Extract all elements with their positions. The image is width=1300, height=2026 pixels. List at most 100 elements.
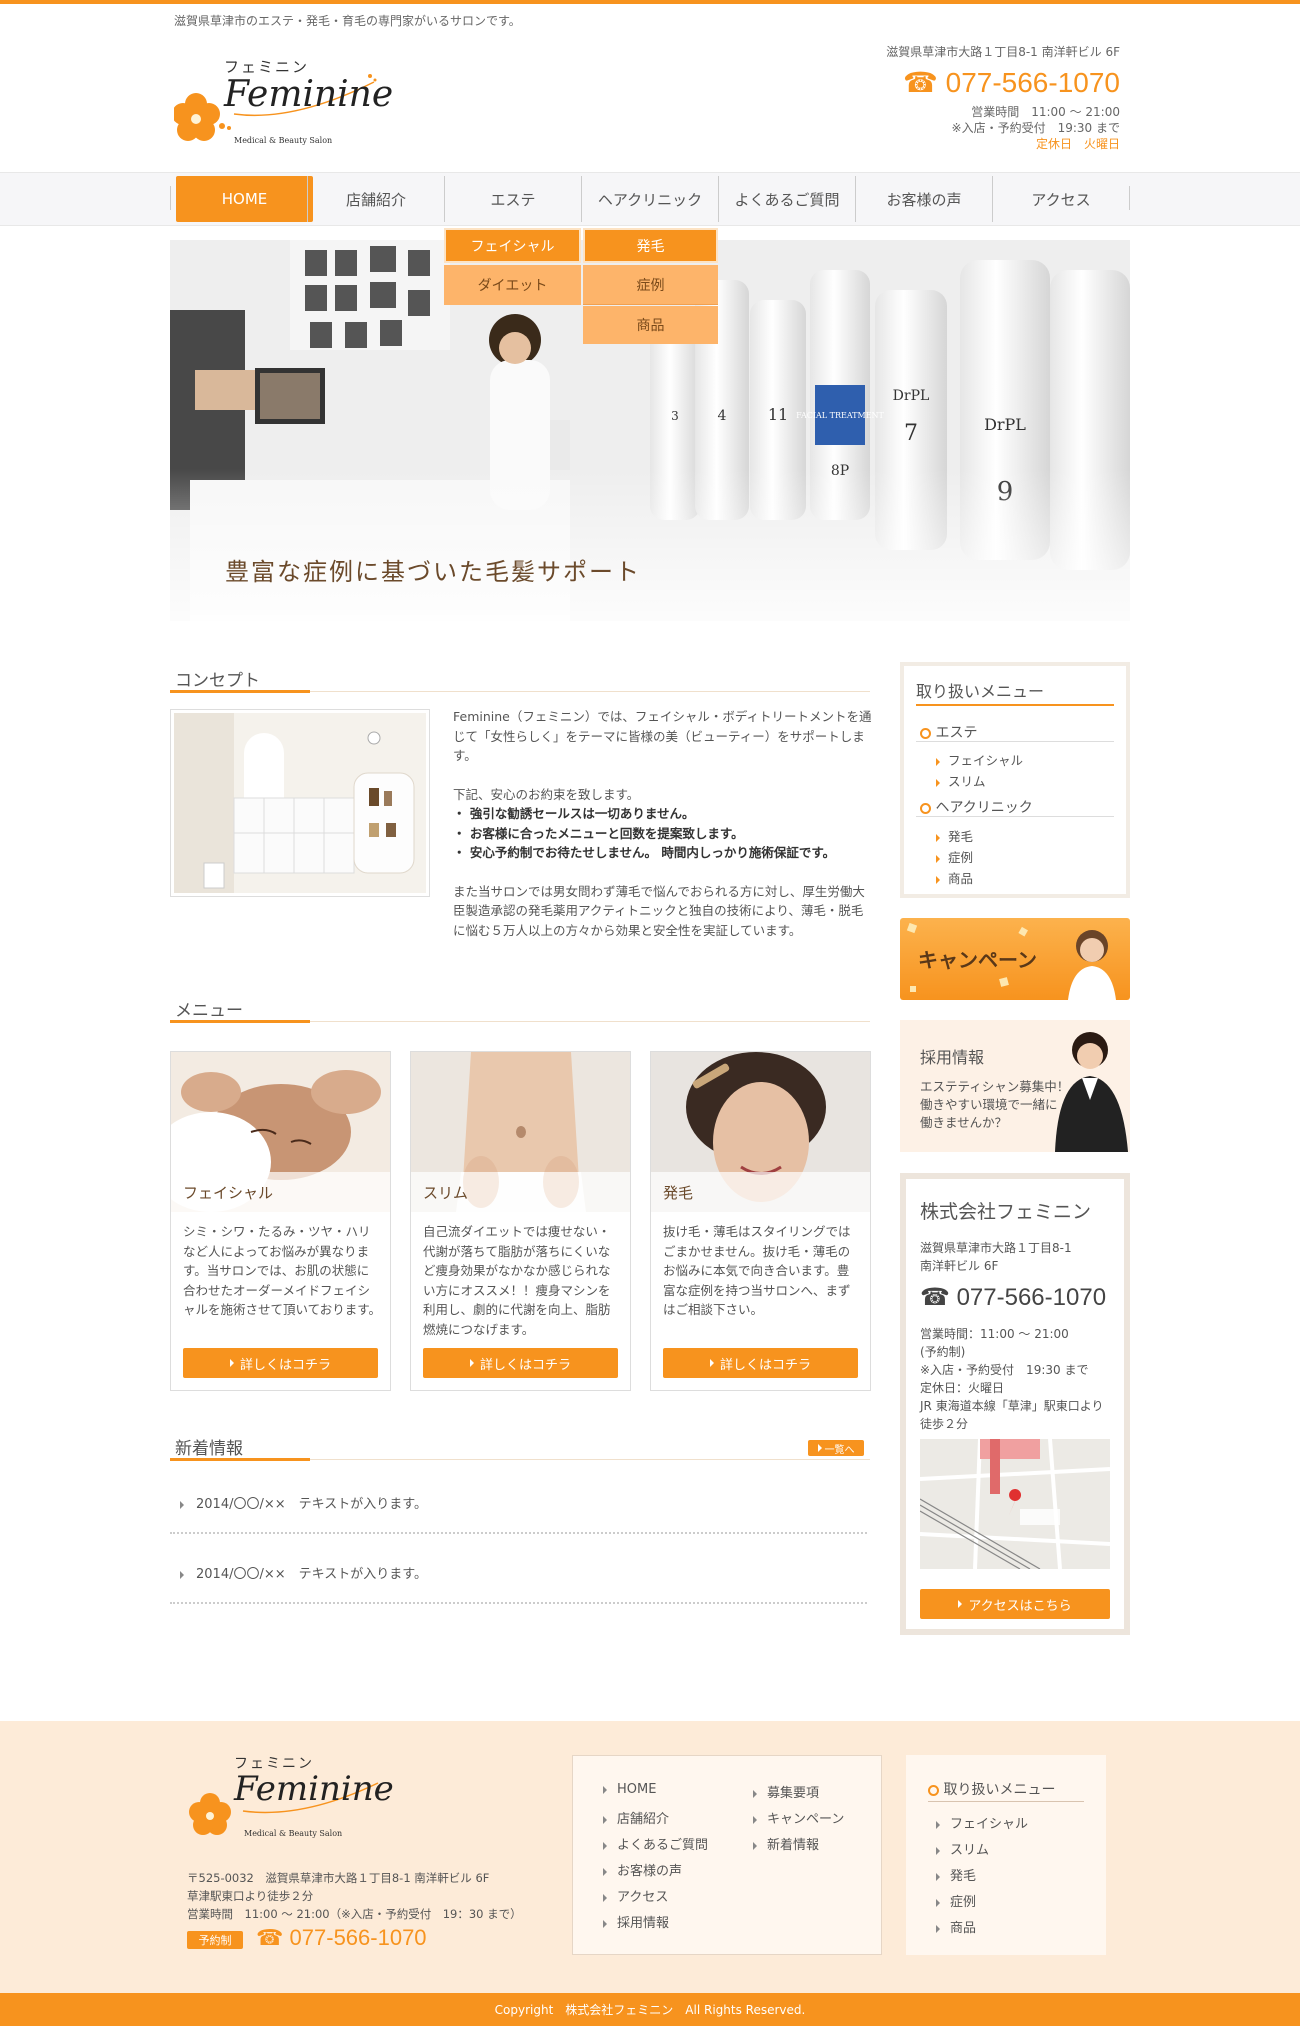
footer-link-requirements[interactable]: 募集要項 [753, 1782, 819, 1801]
footer-link-faq[interactable]: よくあるご質問 [603, 1834, 708, 1853]
submenu-hair-growth[interactable]: 発毛 [583, 228, 718, 263]
concept-promise-3: ・ 安心予約制でお待たせしません。 時間内しっかり施術保証です。 [453, 845, 836, 860]
access-button[interactable]: アクセスはこちら [920, 1589, 1110, 1619]
news-text: テキストが入ります。 [298, 1497, 427, 1512]
news-item[interactable]: 2014/〇〇/×× テキストが入ります。 [180, 1493, 427, 1512]
footer-link-store[interactable]: 店舗紹介 [603, 1808, 669, 1827]
arrow-right-icon [753, 1789, 757, 1798]
ring-bullet-icon [928, 1784, 939, 1796]
arrow-right-icon [603, 1893, 607, 1902]
footer-menu-link-hair-growth[interactable]: 発毛 [936, 1865, 976, 1884]
footer-link-voice[interactable]: お客様の声 [603, 1860, 682, 1879]
concept-para3: また当サロンでは男女問わず薄毛で悩んでおられる方に対し、厚生労働大臣製造承認の発… [453, 883, 865, 938]
arrow-right-icon [936, 1820, 940, 1829]
news-title-rule [310, 1459, 870, 1460]
footer-menu-link-facial[interactable]: フェイシャル [936, 1813, 1028, 1832]
footer-station: 草津駅東口より徒歩２分 [187, 1889, 314, 1903]
divider [916, 741, 1114, 742]
footer-address: 〒525-0032 滋賀県草津市大路１丁目8-1 南洋軒ビル 6F [187, 1871, 490, 1885]
submenu-facial[interactable]: フェイシャル [444, 228, 581, 263]
sidebar-link-label: 発毛 [948, 829, 974, 844]
copyright-text: Copyright 株式会社フェミニン All Rights Reserved. [494, 2003, 806, 2017]
concept-promise-2: ・ お客様に合ったメニューと回数を提案致します。 [453, 825, 744, 841]
campaign-banner[interactable]: キャンペーン [900, 918, 1130, 1000]
footer-logo-subtitle: Medical & Beauty Salon [244, 1829, 343, 1838]
arrow-right-icon [753, 1841, 757, 1850]
nav-store[interactable]: 店舗紹介 [307, 176, 444, 222]
company-name: 株式会社フェミニン [920, 1201, 1092, 1223]
arrow-right-icon [180, 1500, 184, 1509]
concept-para2-intro: 下記、安心のお約束を致します。 [453, 786, 640, 802]
footer-link-label: 発毛 [950, 1869, 977, 1884]
company-info-line: 定休日：火曜日 [920, 1381, 1005, 1395]
arrow-right-icon [469, 1359, 474, 1367]
arrow-right-icon [936, 1846, 940, 1855]
company-phone-number: 077-566-1070 [956, 1284, 1107, 1311]
nav-access[interactable]: アクセス [992, 176, 1129, 222]
menu-card-label: スリム [411, 1172, 630, 1212]
footer-link-news[interactable]: 新着情報 [753, 1834, 819, 1853]
nav-faq[interactable]: よくあるご質問 [718, 176, 855, 222]
site-logo[interactable]: フェミニン Feminine Medical & Beauty Salon [172, 52, 393, 152]
company-info-box: 株式会社フェミニン 滋賀県草津市大路１丁目8-1 南洋軒ビル 6F ☎ 077-… [900, 1173, 1130, 1635]
submenu-diet[interactable]: ダイエット [444, 265, 581, 305]
sidebar-link-hair-growth[interactable]: 発毛 [936, 826, 973, 845]
facial-detail-button[interactable]: 詳しくはコチラ [183, 1348, 378, 1378]
slim-detail-button[interactable]: 詳しくはコチラ [423, 1348, 618, 1378]
footer-link-label: 店舗紹介 [617, 1812, 670, 1827]
company-address: 滋賀県草津市大路１丁目8-1 南洋軒ビル 6F [920, 1239, 1072, 1275]
sidebar-link-products[interactable]: 商品 [936, 868, 973, 887]
button-label: アクセスはこちら [968, 1598, 1072, 1614]
footer-menu-link-cases[interactable]: 症例 [936, 1891, 976, 1910]
footer-hours: 営業時間 11:00 ～ 21:00（※入店・予約受付 19：30 まで） [187, 1907, 522, 1921]
menu-card-facial: フェイシャル シミ・シワ・たるみ・ツヤ・ハリなど人によってお悩みが異なります。当… [170, 1051, 391, 1391]
divider [928, 1801, 1084, 1802]
sidebar-link-facial[interactable]: フェイシャル [936, 750, 1023, 769]
nav-este[interactable]: エステ [444, 176, 581, 222]
arrow-right-icon [603, 1841, 607, 1850]
news-item[interactable]: 2014/〇〇/×× テキストが入ります。 [180, 1563, 427, 1582]
sidebar-title-underline [916, 704, 1114, 706]
header-hours: 営業時間 11:00 ～ 21:00 [971, 105, 1120, 119]
arrow-right-icon [958, 1600, 963, 1608]
sidebar-link-slim[interactable]: スリム [936, 771, 986, 790]
logo-wordmark: Feminine [224, 74, 394, 115]
footer-menu-link-slim[interactable]: スリム [936, 1839, 989, 1858]
submenu-cases[interactable]: 症例 [583, 265, 718, 305]
footer-menu-title-label: 取り扱いメニュー [943, 1782, 1056, 1798]
footer-link-recruit[interactable]: 採用情報 [603, 1912, 669, 1931]
arrow-right-icon [936, 1898, 940, 1907]
company-phone[interactable]: ☎ 077-566-1070 [920, 1283, 1106, 1312]
arrow-right-icon [229, 1359, 234, 1367]
sidebar-link-cases[interactable]: 症例 [936, 847, 973, 866]
recruit-banner[interactable]: 採用情報 エステティシャン募集中！ 働きやすい環境で一緒に 働きませんか？ [900, 1020, 1130, 1152]
footer-link-label: よくあるご質問 [617, 1838, 709, 1853]
footer-link-label: キャンペーン [767, 1812, 845, 1827]
button-label: 詳しくはコチラ [239, 1357, 331, 1373]
company-details: 営業時間：11:00 ～ 21:00 (予約制) ※入店・予約受付 19:30 … [920, 1325, 1103, 1433]
header-address: 滋賀県草津市大路１丁目8-1 南洋軒ビル 6F [886, 45, 1120, 59]
nav-voice[interactable]: お客様の声 [855, 176, 992, 222]
sidebar-este-label: エステ [935, 725, 978, 741]
footer-menu-box: 取り扱いメニュー フェイシャル スリム 発毛 症例 商品 [906, 1755, 1106, 1955]
access-map[interactable] [920, 1439, 1110, 1569]
company-info-line: (予約制) [920, 1345, 966, 1359]
hair-detail-button[interactable]: 詳しくはコチラ [663, 1348, 858, 1378]
button-label: 詳しくはコチラ [719, 1357, 811, 1373]
footer-link-access[interactable]: アクセス [603, 1886, 668, 1905]
nav-hair-clinic[interactable]: ヘアクリニック [581, 176, 718, 222]
footer-link-campaign[interactable]: キャンペーン [753, 1808, 844, 1827]
sidebar-hair-heading[interactable]: ヘアクリニック [920, 797, 1033, 817]
header-phone[interactable]: ☎ 077-566-1070 [886, 66, 1120, 100]
sidebar-este-heading[interactable]: エステ [920, 722, 977, 742]
top-accent-bar [0, 0, 1300, 4]
submenu-products[interactable]: 商品 [583, 306, 718, 344]
footer-logo[interactable]: フェミニン Feminine Medical & Beauty Salon [188, 1753, 394, 1853]
footer-link-home[interactable]: HOME [603, 1782, 656, 1797]
footer-menu-title: 取り扱いメニュー [928, 1779, 1055, 1799]
nav-home[interactable]: HOME [176, 176, 313, 222]
footer-phone[interactable]: ☎ 077-566-1070 [256, 1925, 427, 1951]
arrow-right-icon [936, 757, 940, 766]
footer-menu-link-products[interactable]: 商品 [936, 1917, 976, 1936]
news-list-button[interactable]: 一覧へ [808, 1440, 864, 1456]
